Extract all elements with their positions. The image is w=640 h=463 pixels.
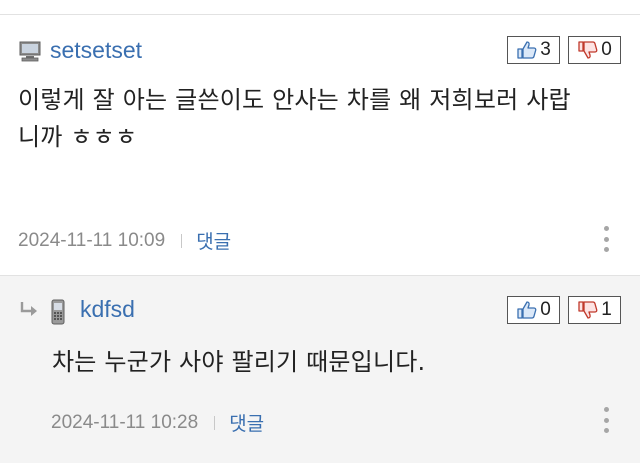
- thumbs-up-icon: [517, 41, 537, 59]
- more-options-icon[interactable]: [601, 226, 611, 252]
- reply-link[interactable]: 댓글: [229, 409, 264, 436]
- comment-body: 차는 누군가 사야 팔리기 때문입니다.: [52, 344, 622, 381]
- computer-icon: [18, 40, 42, 62]
- comment-body-line: 이렇게 잘 아는 글쓴이도 안사는 차를 왜 저희보러 사랍: [18, 86, 571, 114]
- downvote-button[interactable]: 0: [568, 36, 621, 64]
- timestamp: 2024-11-11 10:28: [51, 411, 199, 433]
- comment-body: 이렇게 잘 아는 글쓴이도 안사는 차를 왜 저희보러 사랍 니까 ㅎㅎㅎ: [18, 82, 618, 156]
- upvote-count: 3: [540, 39, 551, 60]
- downvote-count: 0: [601, 39, 612, 60]
- upvote-button[interactable]: 3: [507, 36, 560, 64]
- more-options-icon[interactable]: [601, 407, 611, 433]
- comment-item: setsetset 3 0 이렇게 잘 아는 글쓴이도 안사는 차를 왜 저희보…: [0, 15, 640, 274]
- comment-meta: 2024-11-11 10:28 댓글: [51, 409, 264, 436]
- reply-arrow-icon: [20, 301, 37, 316]
- comment-author-row: kdfsd: [18, 296, 135, 324]
- mobile-phone-icon: [48, 299, 72, 324]
- reply-link[interactable]: 댓글: [196, 227, 231, 254]
- comment-body-line: 니까 ㅎㅎㅎ: [18, 123, 138, 151]
- thumbs-down-icon: [578, 301, 598, 319]
- upvote-count: 0: [540, 299, 551, 320]
- author-name[interactable]: setsetset: [50, 37, 142, 64]
- timestamp: 2024-11-11 10:09: [18, 229, 166, 251]
- thumbs-down-icon: [578, 41, 598, 59]
- reply-item: kdfsd 0 1 차는 누군가 사야 팔리기 때문입니다. 2024-11-1…: [0, 275, 640, 463]
- meta-divider: [214, 415, 216, 430]
- downvote-count: 1: [601, 299, 612, 320]
- meta-divider: [181, 233, 183, 248]
- downvote-button[interactable]: 1: [568, 296, 621, 324]
- comment-body-line: 차는 누군가 사야 팔리기 때문입니다.: [52, 348, 426, 376]
- upvote-button[interactable]: 0: [507, 296, 560, 324]
- comment-meta: 2024-11-11 10:09 댓글: [18, 227, 231, 254]
- thumbs-up-icon: [517, 301, 537, 319]
- comment-author-row: setsetset: [18, 37, 142, 64]
- author-name[interactable]: kdfsd: [80, 296, 135, 323]
